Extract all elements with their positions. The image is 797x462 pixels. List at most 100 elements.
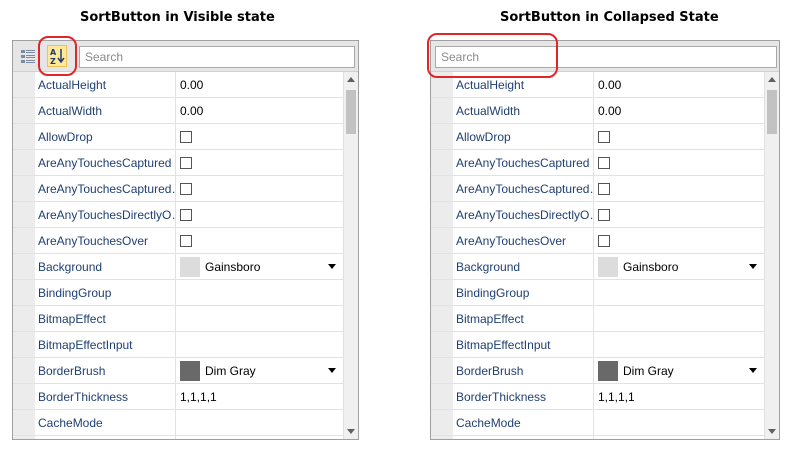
- dropdown-arrow-icon[interactable]: [328, 367, 336, 373]
- property-row[interactable]: AreAnyTouchesCaptured…: [13, 176, 344, 202]
- property-row[interactable]: Background Gainsboro: [13, 254, 344, 280]
- left-rows: ActualHeight 0.00 ActualWidth 0.00 AllowDrop…: [13, 72, 344, 439]
- property-value[interactable]: [176, 410, 344, 435]
- left-scrollbar[interactable]: [343, 72, 358, 439]
- property-row[interactable]: ClickModeRelease: [13, 436, 344, 439]
- property-checkbox[interactable]: [180, 130, 192, 143]
- property-row[interactable]: AreAnyTouchesCaptured: [431, 150, 765, 176]
- row-gutter: [13, 150, 35, 175]
- property-name: AreAnyTouchesCaptured: [35, 150, 176, 175]
- property-value[interactable]: 0.00: [594, 72, 765, 97]
- property-value[interactable]: [176, 280, 344, 305]
- value-text: 1,1,1,1: [180, 389, 217, 404]
- property-checkbox[interactable]: [598, 208, 610, 221]
- property-value[interactable]: [176, 176, 344, 201]
- row-gutter: [13, 202, 35, 227]
- property-row[interactable]: CacheMode: [431, 410, 765, 436]
- property-row[interactable]: ActualWidth 0.00: [13, 98, 344, 124]
- property-row[interactable]: BorderBrush Dim Gray: [431, 358, 765, 384]
- property-row[interactable]: BitmapEffect: [431, 306, 765, 332]
- property-row[interactable]: CacheMode: [13, 410, 344, 436]
- property-value[interactable]: Release: [594, 436, 765, 439]
- property-row[interactable]: ActualWidth 0.00: [431, 98, 765, 124]
- property-value[interactable]: 0.00: [594, 98, 765, 123]
- property-value[interactable]: [594, 332, 765, 357]
- property-value[interactable]: [594, 124, 765, 149]
- property-row[interactable]: AreAnyTouchesOver: [13, 228, 344, 254]
- right-scrollbar[interactable]: [764, 72, 779, 439]
- property-value[interactable]: [594, 306, 765, 331]
- property-name: AreAnyTouchesDirectlyO…: [35, 202, 176, 227]
- scroll-down-icon[interactable]: [768, 429, 776, 434]
- property-value[interactable]: [594, 176, 765, 201]
- dropdown-arrow-icon[interactable]: [328, 263, 336, 269]
- row-gutter: [431, 124, 453, 149]
- property-checkbox[interactable]: [180, 234, 192, 247]
- scroll-thumb[interactable]: [767, 90, 777, 134]
- property-row[interactable]: BorderThickness 1,1,1,1: [13, 384, 344, 410]
- property-value[interactable]: [176, 228, 344, 253]
- property-value[interactable]: [176, 202, 344, 227]
- property-checkbox[interactable]: [180, 208, 192, 221]
- property-value[interactable]: 0.00: [176, 98, 344, 123]
- property-row[interactable]: AreAnyTouchesCaptured: [13, 150, 344, 176]
- property-row[interactable]: AreAnyTouchesCaptured…: [431, 176, 765, 202]
- property-value[interactable]: [176, 306, 344, 331]
- row-gutter: [431, 306, 453, 331]
- property-value[interactable]: Release: [176, 436, 344, 439]
- property-value[interactable]: [594, 228, 765, 253]
- property-value[interactable]: [594, 410, 765, 435]
- left-search-input[interactable]: [79, 46, 355, 68]
- property-row[interactable]: BorderBrush Dim Gray: [13, 358, 344, 384]
- property-row[interactable]: BitmapEffectInput: [13, 332, 344, 358]
- property-row[interactable]: BitmapEffectInput: [431, 332, 765, 358]
- property-value[interactable]: [594, 202, 765, 227]
- property-checkbox[interactable]: [598, 130, 610, 143]
- property-checkbox[interactable]: [180, 156, 192, 169]
- row-gutter: [431, 358, 453, 383]
- property-value[interactable]: [176, 150, 344, 175]
- scroll-up-icon[interactable]: [347, 77, 355, 82]
- property-checkbox[interactable]: [598, 234, 610, 247]
- property-value[interactable]: [176, 332, 344, 357]
- property-row[interactable]: BorderThickness 1,1,1,1: [431, 384, 765, 410]
- property-name: ClickMode: [35, 436, 176, 439]
- property-row[interactable]: AllowDrop: [13, 124, 344, 150]
- property-name: Background: [35, 254, 176, 279]
- dropdown-arrow-icon[interactable]: [749, 367, 757, 373]
- property-row[interactable]: Background Gainsboro: [431, 254, 765, 280]
- property-row[interactable]: BindingGroup: [431, 280, 765, 306]
- value-text: 0.00: [180, 103, 204, 118]
- property-row[interactable]: BitmapEffect: [13, 306, 344, 332]
- property-row[interactable]: AreAnyTouchesDirectlyO…: [431, 202, 765, 228]
- scroll-thumb[interactable]: [346, 90, 356, 134]
- property-name: ActualWidth: [453, 98, 594, 123]
- property-value[interactable]: 1,1,1,1: [176, 384, 344, 409]
- property-row[interactable]: AreAnyTouchesOver: [431, 228, 765, 254]
- row-gutter: [13, 410, 35, 435]
- property-value[interactable]: [594, 150, 765, 175]
- scroll-up-icon[interactable]: [768, 77, 776, 82]
- property-row[interactable]: AreAnyTouchesDirectlyO…: [13, 202, 344, 228]
- property-value[interactable]: Gainsboro: [176, 254, 344, 279]
- property-value[interactable]: [594, 280, 765, 305]
- property-value[interactable]: 1,1,1,1: [594, 384, 765, 409]
- property-value[interactable]: [176, 124, 344, 149]
- property-value[interactable]: Dim Gray: [594, 358, 765, 383]
- dropdown-arrow-icon[interactable]: [749, 263, 757, 269]
- property-value[interactable]: Dim Gray: [176, 358, 344, 383]
- property-checkbox[interactable]: [598, 182, 610, 195]
- scroll-down-icon[interactable]: [347, 429, 355, 434]
- property-checkbox[interactable]: [180, 182, 192, 195]
- property-value[interactable]: Gainsboro: [594, 254, 765, 279]
- property-checkbox[interactable]: [598, 156, 610, 169]
- property-row[interactable]: AllowDrop: [431, 124, 765, 150]
- property-row[interactable]: ClickModeRelease: [431, 436, 765, 439]
- categorize-button[interactable]: [18, 45, 38, 67]
- property-value[interactable]: 0.00: [176, 72, 344, 97]
- property-name: BitmapEffect: [453, 306, 594, 331]
- value-text: 0.00: [180, 77, 204, 92]
- property-row[interactable]: BindingGroup: [13, 280, 344, 306]
- row-gutter: [13, 358, 35, 383]
- color-name: Dim Gray: [205, 363, 256, 378]
